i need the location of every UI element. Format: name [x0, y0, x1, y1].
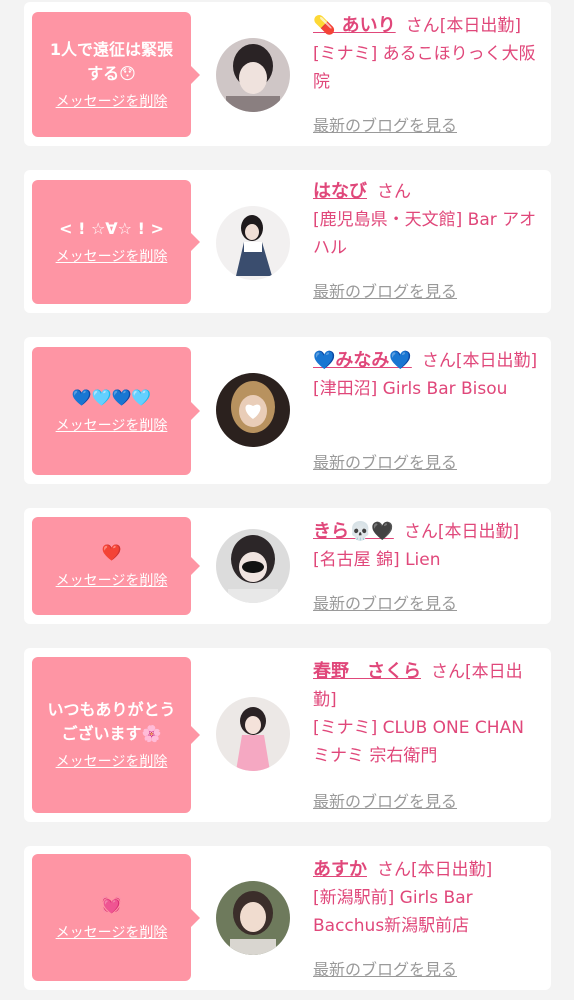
shop-label: [津田沼] Girls Bar Bisou: [313, 379, 508, 399]
girl-name-link[interactable]: 💊 あいり: [313, 15, 396, 36]
girl-info: 💊 あいり さん[本日出勤] [ミナミ] あるこほりっく大阪院: [313, 12, 545, 96]
latest-blog-link[interactable]: 最新のブログを見る: [313, 449, 457, 473]
girl-name-link[interactable]: 💙みなみ💙: [313, 350, 412, 371]
san-label: さん: [403, 522, 438, 542]
message-card: < ! ☆∀☆ ! > メッセージを削除 はなび さん [鹿児島県・天文館] Ba…: [24, 170, 551, 313]
delete-message-link[interactable]: メッセージを削除: [56, 752, 168, 772]
latest-blog-link[interactable]: 最新のブログを見る: [313, 278, 457, 302]
avatar[interactable]: [216, 373, 290, 447]
message-text: いつもありがとうございます🌸: [47, 700, 176, 743]
delete-message-link[interactable]: メッセージを削除: [56, 92, 168, 112]
delete-message-link[interactable]: メッセージを削除: [56, 923, 168, 943]
latest-blog-link[interactable]: 最新のブログを見る: [313, 788, 457, 812]
shop-label: [名古屋 錦] Lien: [313, 550, 441, 570]
girl-name-link[interactable]: 春野 さくら: [313, 661, 421, 682]
message-bubble: 1人で遠征は緊張する😯 メッセージを削除: [32, 12, 200, 137]
delete-message-link[interactable]: メッセージを削除: [56, 571, 168, 591]
message-text: ❤️: [101, 543, 122, 562]
girl-info: はなび さん [鹿児島県・天文館] Bar アオハル: [313, 178, 545, 262]
message-bubble: いつもありがとうございます🌸 メッセージを削除: [32, 657, 200, 813]
avatar[interactable]: [216, 697, 290, 771]
message-card: ❤️ メッセージを削除 きら💀🖤 さん[本日出勤] [名古屋 錦] Lien 最新…: [24, 508, 551, 624]
message-text: 💓: [101, 894, 122, 914]
avatar[interactable]: [216, 206, 290, 280]
girl-info: 💙みなみ💙 さん[本日出勤] [津田沼] Girls Bar Bisou: [313, 347, 545, 403]
message-bubble: < ! ☆∀☆ ! > メッセージを削除: [32, 180, 200, 304]
message-bubble: ❤️ メッセージを削除: [32, 517, 200, 615]
girl-name-link[interactable]: はなび: [313, 181, 367, 202]
message-card: 💙🩵💙🩵 メッセージを削除 💙みなみ💙 さん[本日出勤] [津田沼] Girls …: [24, 337, 551, 484]
shop-label: [鹿児島県・天文館] Bar アオハル: [313, 210, 537, 258]
message-text: 💙🩵💙🩵: [71, 388, 152, 407]
message-text: 1人で遠征は緊張する😯: [49, 39, 174, 83]
message-text: < ! ☆∀☆ ! >: [59, 219, 164, 238]
shop-label: [ミナミ] あるこほりっく大阪院: [313, 44, 536, 92]
shop-label: [ミナミ] CLUB ONE CHAN ミナミ 宗右衛門: [313, 718, 524, 766]
san-label: さん: [377, 860, 411, 880]
san-label: さん: [431, 662, 465, 682]
delete-message-link[interactable]: メッセージを削除: [56, 247, 168, 267]
delete-message-link[interactable]: メッセージを削除: [56, 416, 168, 436]
girl-name-link[interactable]: きら💀🖤: [313, 521, 394, 542]
status-label: [本日出勤]: [439, 16, 521, 36]
message-card: いつもありがとうございます🌸 メッセージを削除 春野 さくら さん[本日出勤] […: [24, 648, 551, 822]
girl-info: きら💀🖤 さん[本日出勤] [名古屋 錦] Lien: [313, 518, 545, 574]
message-card: 💓 メッセージを削除 あすか さん[本日出勤] [新潟駅前] Girls Bar …: [24, 846, 551, 990]
san-label: さん: [405, 16, 440, 36]
status-label: [本日出勤]: [437, 522, 520, 542]
shop-label: [新潟駅前] Girls Bar Bacchus新潟駅前店: [313, 888, 473, 936]
girl-info: 春野 さくら さん[本日出勤] [ミナミ] CLUB ONE CHAN ミナミ 宗…: [313, 658, 545, 770]
latest-blog-link[interactable]: 最新のブログを見る: [313, 112, 457, 136]
girl-info: あすか さん[本日出勤] [新潟駅前] Girls Bar Bacchus新潟駅前…: [313, 856, 545, 940]
girl-name-link[interactable]: あすか: [313, 859, 367, 880]
avatar[interactable]: [216, 881, 290, 955]
message-bubble: 💓 メッセージを削除: [32, 854, 200, 981]
latest-blog-link[interactable]: 最新のブログを見る: [313, 590, 457, 614]
avatar[interactable]: [216, 529, 290, 603]
san-label: さん: [421, 351, 456, 371]
status-label: [本日出勤]: [411, 860, 493, 880]
san-label: さん: [377, 182, 411, 202]
message-card: 1人で遠征は緊張する😯 メッセージを削除 💊 あいり さん[本日出勤] [ミナミ]…: [24, 2, 551, 146]
latest-blog-link[interactable]: 最新のブログを見る: [313, 956, 457, 980]
status-label: [本日出勤]: [455, 351, 538, 371]
message-bubble: 💙🩵💙🩵 メッセージを削除: [32, 347, 200, 475]
avatar[interactable]: [216, 38, 290, 112]
